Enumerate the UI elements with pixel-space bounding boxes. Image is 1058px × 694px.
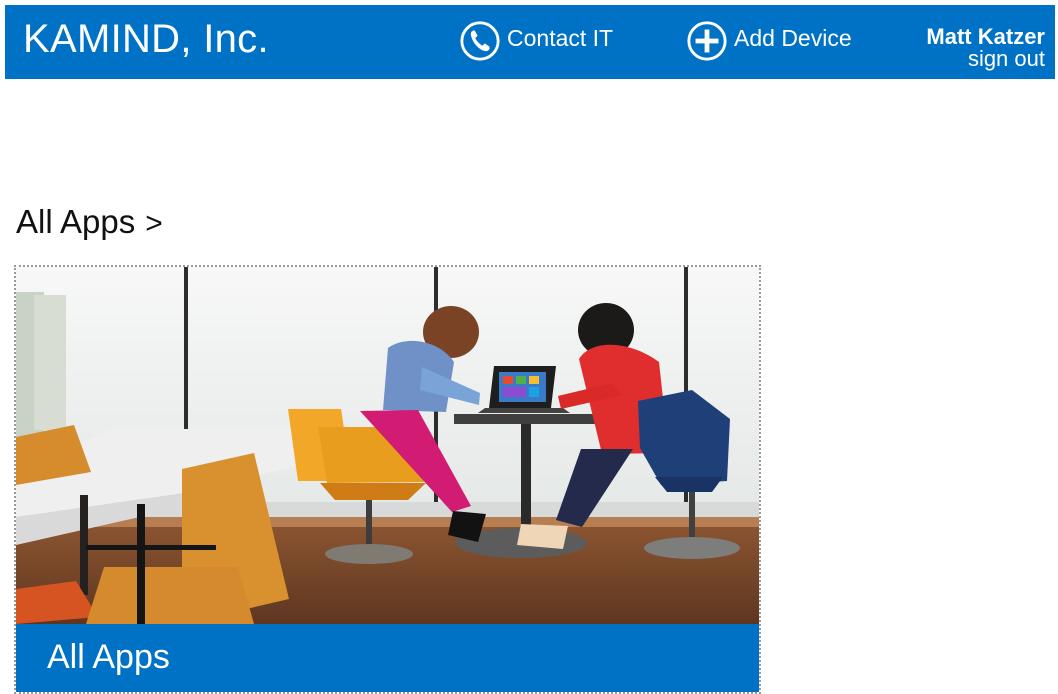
add-device-label: Add Device	[734, 24, 852, 51]
plus-circle-icon	[687, 21, 727, 61]
tile-photo	[16, 267, 759, 624]
add-device-button[interactable]: Add Device	[686, 20, 852, 62]
contact-it-label: Contact IT	[507, 24, 614, 51]
all-apps-heading-link[interactable]: All Apps >	[16, 203, 163, 241]
contact-it-button[interactable]: Contact IT	[459, 20, 613, 62]
company-name: KAMIND, Inc.	[23, 17, 269, 61]
sign-out-link[interactable]: sign out	[968, 48, 1045, 70]
all-apps-heading: All Apps	[16, 203, 136, 240]
tile-caption-bar: All Apps	[16, 624, 759, 692]
user-menu: Matt Katzer sign out	[926, 26, 1045, 70]
tile-caption: All Apps	[47, 638, 170, 676]
top-bar: KAMIND, Inc. Contact IT Add Device Matt …	[5, 5, 1055, 79]
chevron-right-icon: >	[145, 207, 163, 240]
user-name: Matt Katzer	[926, 24, 1045, 49]
all-apps-tile[interactable]: All Apps	[14, 265, 761, 694]
phone-icon	[460, 21, 500, 61]
